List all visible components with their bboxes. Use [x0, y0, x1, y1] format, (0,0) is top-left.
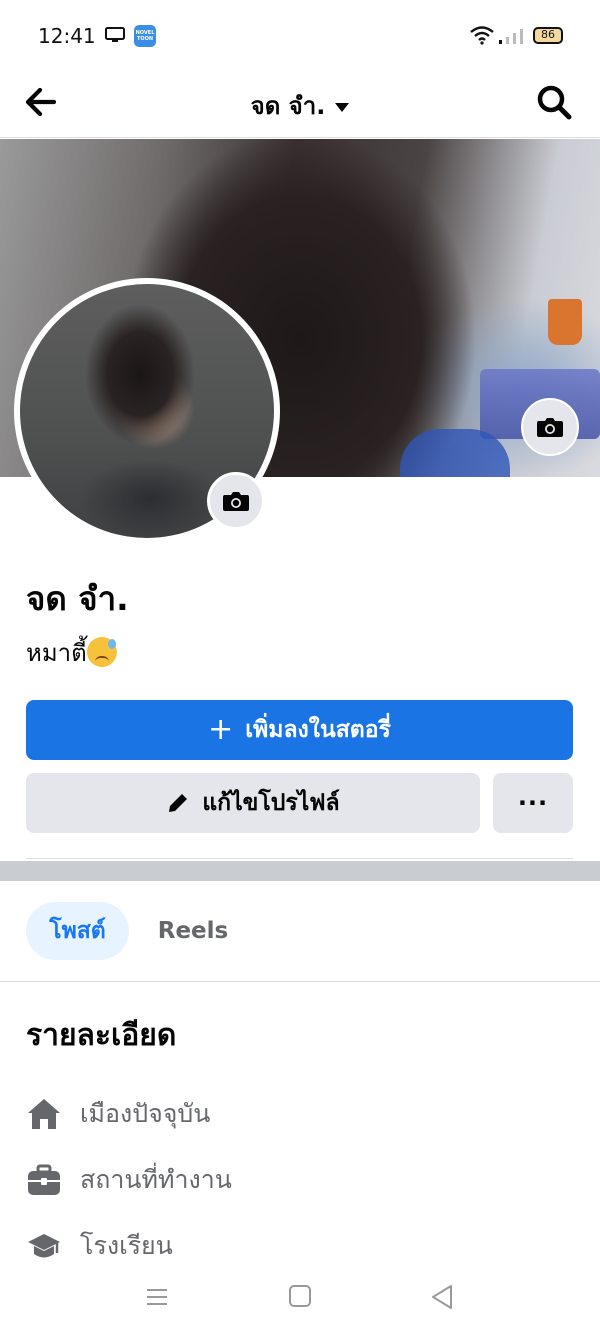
edit-cover-photo-button[interactable] [521, 398, 579, 456]
status-bar: 12:41 NOVEL TOON 86 [0, 0, 600, 70]
tab-reels[interactable]: Reels [140, 902, 246, 960]
pencil-icon [169, 794, 188, 812]
edit-profile-picture-button[interactable] [207, 472, 265, 530]
battery-icon: 86 [533, 27, 563, 44]
detail-current-city-label: เมืองปัจจุบัน [80, 1099, 211, 1128]
plus-icon: + [208, 712, 234, 747]
add-to-story-label: เพิ่มลงในสตอรี่ [245, 717, 391, 743]
chevron-down-icon [335, 102, 350, 112]
home-nav-icon[interactable] [289, 1285, 311, 1307]
profile-bio: หมาตี้ [26, 633, 117, 672]
tab-posts[interactable]: โพสต์ [26, 902, 129, 960]
tab-posts-label: โพสต์ [49, 918, 106, 944]
edit-profile-label: แก้ไขโปรไฟล์ [202, 790, 340, 816]
details-heading: รายละเอียด [26, 1018, 177, 1053]
profile-name: จด จำ. [26, 579, 129, 618]
system-navigation-bar [0, 1270, 600, 1333]
wifi-icon [470, 26, 494, 45]
section-separator [0, 861, 600, 881]
divider [26, 858, 573, 859]
detail-current-city[interactable]: เมืองปัจจุบัน [26, 1094, 210, 1134]
header-title: จด จำ. [250, 92, 326, 120]
tab-reels-label: Reels [157, 918, 229, 944]
profile-bio-text: หมาตี้ [26, 639, 87, 667]
recent-apps-icon[interactable] [146, 1286, 168, 1308]
divider [0, 981, 600, 982]
novel-toon-app-icon: NOVEL TOON [134, 25, 156, 47]
detail-school-label: โรงเรียน [80, 1231, 173, 1260]
detail-workplace[interactable]: สถานที่ทำงาน [26, 1160, 232, 1200]
screen-cast-icon [105, 27, 125, 42]
profile-switcher[interactable]: จด จำ. [0, 86, 600, 125]
sad-sweat-emoji-icon [86, 637, 117, 667]
more-icon: ··· [517, 789, 549, 817]
add-to-story-button[interactable]: + เพิ่มลงในสตอรี่ [26, 700, 573, 760]
camera-icon [223, 492, 249, 511]
cover-chair [400, 429, 510, 477]
graduation-cap-icon [28, 1234, 60, 1258]
home-icon [28, 1099, 60, 1129]
briefcase-icon [28, 1164, 60, 1195]
more-options-button[interactable]: ··· [493, 773, 573, 833]
cover-plant-pot [548, 299, 582, 345]
signal-icon [499, 29, 523, 44]
detail-workplace-label: สถานที่ทำงาน [80, 1165, 232, 1194]
search-icon[interactable] [532, 80, 576, 124]
back-nav-icon[interactable] [430, 1284, 454, 1310]
camera-icon [537, 418, 563, 437]
status-time: 12:41 [38, 24, 96, 48]
app-header: จด จำ. [0, 70, 600, 138]
detail-school[interactable]: โรงเรียน [26, 1226, 173, 1266]
edit-profile-button[interactable]: แก้ไขโปรไฟล์ [26, 773, 480, 833]
